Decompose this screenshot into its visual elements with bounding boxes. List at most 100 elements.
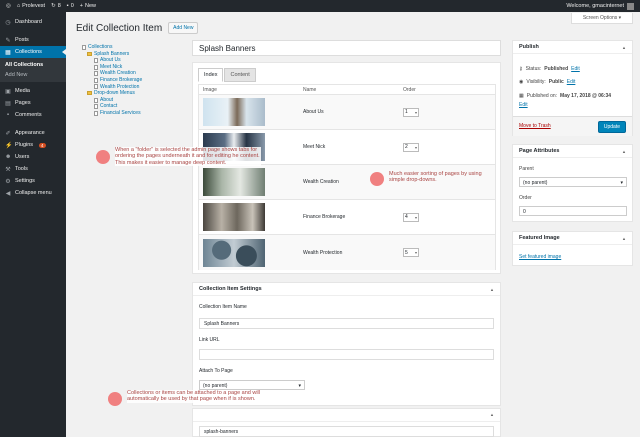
eye-icon: ◉	[519, 79, 524, 85]
table-row: Finance Brokerage 4 ▾	[199, 200, 495, 235]
calendar-icon: ▦	[519, 93, 524, 99]
menu-item-pages[interactable]: ▤ Pages	[0, 97, 66, 109]
tree-folder-splash-banners[interactable]: Splash Banners	[82, 51, 182, 58]
chevron-down-icon: ▾	[620, 180, 623, 186]
set-featured-image-link[interactable]: Set featured image	[519, 254, 561, 260]
featured-image-box: Featured Image ▲ Set featured image	[512, 231, 633, 266]
edit-date-link[interactable]: Edit	[519, 102, 528, 108]
tree-item[interactable]: About Us	[82, 57, 182, 64]
admin-bar: ◎ ⌂ Prolevest ↻ 8 ▪ 0 + New Welcome, gmacint…	[0, 0, 640, 12]
tree-item[interactable]: Meet Nick	[82, 64, 182, 71]
key-icon: ⚷	[519, 66, 523, 72]
update-button[interactable]: Update	[597, 121, 626, 133]
name-label: Collection Item Name	[199, 304, 247, 310]
tree-item[interactable]: About	[82, 97, 182, 104]
chevron-down-icon: ▾	[414, 144, 417, 150]
toggle-up-icon[interactable]: ▲	[490, 287, 494, 292]
order-select[interactable]: 4 ▾	[403, 212, 419, 222]
row-name: About Us	[303, 109, 324, 115]
plugins-update-badge: 4	[39, 142, 46, 148]
menu-item-plugins[interactable]: ⚡ Plugins 4	[0, 139, 66, 151]
featured-image-header[interactable]: Featured Image ▲	[513, 232, 632, 245]
slug-header[interactable]: ▲	[193, 409, 500, 422]
menu-item-tools[interactable]: ⚒ Tools	[0, 163, 66, 175]
page-title: Edit Collection Item	[76, 22, 163, 34]
item-name-input[interactable]: Splash Banners	[199, 318, 494, 329]
link-url-input[interactable]	[199, 349, 494, 360]
tab-index[interactable]: Index	[198, 68, 224, 82]
publish-header[interactable]: Publish ▲	[513, 41, 632, 54]
order-select[interactable]: 5 ▾	[403, 248, 419, 257]
row-name: Meet Nick	[303, 144, 326, 150]
title-input[interactable]: Splash Banners	[192, 40, 501, 56]
attach-to-page-select[interactable]: (no parent) ▾	[199, 380, 305, 390]
plus-icon: +	[79, 3, 83, 9]
wordpress-logo-icon[interactable]: ◎	[6, 3, 11, 9]
folder-icon	[87, 51, 92, 56]
banner-thumbnail	[203, 203, 265, 231]
folder-icon	[87, 91, 92, 96]
slug-input[interactable]: splash-banners	[199, 426, 494, 437]
add-new-button[interactable]: Add New	[168, 22, 199, 34]
collections-icon: ▦	[5, 49, 11, 56]
menu-item-settings[interactable]: ⚙ Settings	[0, 175, 66, 187]
pin-icon: ✎	[5, 37, 11, 44]
tabs-panel: Index Content Image Name Order About Us …	[192, 62, 501, 274]
order-select[interactable]: 1 ▾	[403, 107, 419, 117]
edit-status-link[interactable]: Edit	[571, 66, 580, 72]
tree-item[interactable]: Contact	[82, 103, 182, 110]
banner-thumbnail	[203, 168, 265, 196]
tree-item[interactable]: Wealth Protection	[82, 84, 182, 91]
page-icon	[94, 57, 98, 63]
avatar	[627, 2, 634, 10]
comments-link[interactable]: ▪ 0	[67, 3, 74, 9]
screen-options-button[interactable]: Screen Options ▾	[571, 13, 633, 24]
move-to-trash-link[interactable]: Move to Trash	[519, 123, 551, 129]
order-input[interactable]: 0	[519, 206, 627, 216]
page-icon	[94, 77, 98, 83]
toggle-up-icon[interactable]: ▲	[622, 236, 626, 241]
column-header-name: Name	[303, 86, 317, 93]
annotation-note-sorting: Much easier sorting of pages by using si…	[389, 171, 482, 184]
tree-item[interactable]: Finance Brokerage	[82, 77, 182, 84]
plug-icon: ⚡	[5, 142, 13, 149]
menu-item-appearance[interactable]: ✐ Appearance	[0, 127, 66, 139]
tab-content[interactable]: Content	[224, 68, 256, 82]
submenu-add-new[interactable]: Add New	[0, 70, 66, 80]
page-icon	[94, 110, 98, 116]
parent-select[interactable]: (no parent) ▾	[519, 177, 627, 187]
home-icon: ⌂	[16, 3, 21, 9]
submenu-all-collections[interactable]: All Collections	[0, 60, 66, 70]
order-select[interactable]: 2 ▾	[403, 142, 419, 152]
updates-link[interactable]: ↻ 8	[51, 3, 61, 9]
account-menu[interactable]: Welcome, gmacinternet	[566, 2, 634, 10]
menu-item-users[interactable]: ☻ Users	[0, 151, 66, 163]
menu-item-posts[interactable]: ✎ Posts	[0, 34, 66, 46]
banner-thumbnail	[203, 238, 265, 267]
page-icon: ▤	[5, 100, 11, 107]
slug-panel: ▲ splash-banners	[192, 408, 501, 437]
dashboard-icon: ◷	[5, 19, 11, 26]
new-content-link[interactable]: + New	[80, 3, 96, 9]
toggle-up-icon[interactable]: ▲	[622, 45, 626, 50]
column-header-image: Image	[203, 86, 217, 93]
annotation-bubble	[96, 150, 110, 164]
settings-header[interactable]: Collection Item Settings ▲	[193, 283, 500, 296]
tree-root[interactable]: Collections	[82, 44, 182, 51]
page-icon	[94, 71, 98, 77]
toggle-up-icon[interactable]: ▲	[490, 412, 494, 417]
menu-item-collections[interactable]: ▦ Collections	[0, 46, 66, 58]
menu-item-media[interactable]: ▣ Media	[0, 85, 66, 97]
page-attributes-header[interactable]: Page Attributes ▲	[513, 145, 632, 158]
menu-item-comments[interactable]: ▪ Comments	[0, 109, 66, 121]
updates-icon: ↻	[51, 3, 56, 9]
annotation-note-attach: Collections or items can be attached to …	[127, 390, 262, 403]
edit-visibility-link[interactable]: Edit	[567, 79, 576, 85]
menu-item-dashboard[interactable]: ◷ Dashboard	[0, 16, 66, 28]
tree-item[interactable]: Wealth Creation	[82, 70, 182, 77]
tree-folder-drop-down-menus[interactable]: Drop-down Menus	[82, 90, 182, 97]
site-name-link[interactable]: ⌂ Prolevest	[17, 3, 45, 9]
collapse-menu-button[interactable]: ◀ Collapse menu	[0, 187, 66, 199]
toggle-up-icon[interactable]: ▲	[622, 149, 626, 154]
tree-item[interactable]: Financial Services	[82, 110, 182, 117]
